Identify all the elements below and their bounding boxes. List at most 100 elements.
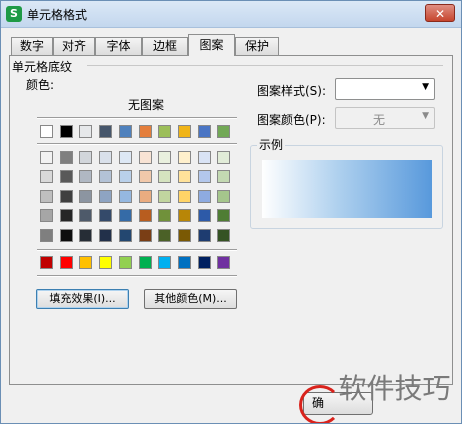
color-swatch[interactable] xyxy=(139,229,152,242)
color-swatch[interactable] xyxy=(40,190,53,203)
tab-border[interactable]: 边框 xyxy=(142,37,188,55)
color-swatch[interactable] xyxy=(139,209,152,222)
color-swatch[interactable] xyxy=(79,125,92,138)
tab-protection[interactable]: 保护 xyxy=(235,37,279,55)
tab-alignment[interactable]: 对齐 xyxy=(53,37,95,55)
color-swatch[interactable] xyxy=(139,190,152,203)
tab-number[interactable]: 数字 xyxy=(11,37,53,55)
palette-separator xyxy=(37,249,237,251)
pattern-color-label: 图案颜色(P): xyxy=(257,113,326,127)
close-button[interactable]: ✕ xyxy=(425,4,455,22)
group-divider xyxy=(87,65,443,66)
pattern-style-select[interactable]: ▼ xyxy=(335,78,435,100)
color-swatch[interactable] xyxy=(40,256,53,269)
color-swatch[interactable] xyxy=(119,256,132,269)
color-swatch[interactable] xyxy=(60,209,73,222)
color-swatch[interactable] xyxy=(119,170,132,183)
color-swatch[interactable] xyxy=(60,170,73,183)
dialog-title: 单元格格式 xyxy=(27,8,88,22)
no-pattern-option[interactable]: 无图案 xyxy=(101,96,191,113)
color-swatch[interactable] xyxy=(139,256,152,269)
color-swatch[interactable] xyxy=(99,151,112,164)
color-swatch[interactable] xyxy=(119,190,132,203)
color-swatch[interactable] xyxy=(217,256,230,269)
color-swatch[interactable] xyxy=(99,170,112,183)
color-swatch[interactable] xyxy=(158,170,171,183)
color-swatch[interactable] xyxy=(158,151,171,164)
pattern-style-label: 图案样式(S): xyxy=(257,84,327,98)
color-swatch[interactable] xyxy=(60,229,73,242)
chevron-down-icon: ▼ xyxy=(422,111,429,121)
color-swatch[interactable] xyxy=(119,229,132,242)
color-swatch[interactable] xyxy=(178,209,191,222)
color-swatch[interactable] xyxy=(99,190,112,203)
color-swatch[interactable] xyxy=(139,151,152,164)
color-swatch[interactable] xyxy=(79,209,92,222)
color-swatch[interactable] xyxy=(158,209,171,222)
watermark-text: 软件技巧 xyxy=(338,372,451,405)
color-swatch[interactable] xyxy=(119,151,132,164)
shading-group-title: 单元格底纹 xyxy=(12,60,73,74)
color-swatch[interactable] xyxy=(40,125,53,138)
color-swatch[interactable] xyxy=(139,125,152,138)
color-swatch[interactable] xyxy=(198,151,211,164)
color-swatch[interactable] xyxy=(79,170,92,183)
pattern-color-select[interactable]: 无 ▼ xyxy=(335,107,435,129)
color-swatch[interactable] xyxy=(198,256,211,269)
example-title: 示例 xyxy=(257,136,286,153)
color-swatch[interactable] xyxy=(178,125,191,138)
color-swatch[interactable] xyxy=(79,229,92,242)
color-swatch[interactable] xyxy=(198,229,211,242)
color-swatch[interactable] xyxy=(40,170,53,183)
color-swatch[interactable] xyxy=(217,170,230,183)
color-swatch[interactable] xyxy=(198,125,211,138)
palette-separator xyxy=(37,275,237,277)
color-swatch[interactable] xyxy=(178,190,191,203)
color-swatch[interactable] xyxy=(178,151,191,164)
cell-format-dialog: S 单元格格式 ✕ 数字 对齐 字体 边框 图案 保护 单元格底纹 颜色: 无图… xyxy=(0,0,462,424)
wps-app-icon: S xyxy=(6,6,22,22)
fill-effects-button[interactable]: 填充效果(I)... xyxy=(36,289,129,309)
color-swatch[interactable] xyxy=(119,209,132,222)
color-swatch[interactable] xyxy=(217,209,230,222)
color-swatch[interactable] xyxy=(217,125,230,138)
color-swatch[interactable] xyxy=(99,256,112,269)
color-swatch[interactable] xyxy=(178,229,191,242)
color-swatch[interactable] xyxy=(217,229,230,242)
color-swatch[interactable] xyxy=(178,170,191,183)
color-swatch[interactable] xyxy=(79,190,92,203)
color-swatch[interactable] xyxy=(217,190,230,203)
pattern-color-value: 无 xyxy=(372,113,385,127)
color-swatch[interactable] xyxy=(40,209,53,222)
color-swatch[interactable] xyxy=(139,170,152,183)
color-swatch[interactable] xyxy=(99,229,112,242)
color-swatch[interactable] xyxy=(158,125,171,138)
color-swatch[interactable] xyxy=(60,151,73,164)
color-swatch[interactable] xyxy=(198,170,211,183)
color-swatch[interactable] xyxy=(119,125,132,138)
palette-separator xyxy=(37,143,237,145)
color-swatch[interactable] xyxy=(158,190,171,203)
tab-pattern[interactable]: 图案 xyxy=(188,34,235,56)
color-swatch[interactable] xyxy=(79,151,92,164)
color-swatch[interactable] xyxy=(217,151,230,164)
color-swatch[interactable] xyxy=(158,229,171,242)
more-colors-button[interactable]: 其他颜色(M)... xyxy=(144,289,237,309)
color-swatch[interactable] xyxy=(60,190,73,203)
color-label: 颜色: xyxy=(26,78,55,92)
color-swatch[interactable] xyxy=(198,209,211,222)
color-swatch[interactable] xyxy=(198,190,211,203)
color-swatch[interactable] xyxy=(40,229,53,242)
color-swatch[interactable] xyxy=(99,125,112,138)
palette-separator xyxy=(37,117,237,119)
color-swatch[interactable] xyxy=(79,256,92,269)
color-swatch[interactable] xyxy=(60,256,73,269)
color-swatch[interactable] xyxy=(60,125,73,138)
example-preview xyxy=(262,160,432,218)
color-swatch[interactable] xyxy=(40,151,53,164)
chevron-down-icon: ▼ xyxy=(422,82,429,92)
color-swatch[interactable] xyxy=(99,209,112,222)
color-swatch[interactable] xyxy=(158,256,171,269)
tab-font[interactable]: 字体 xyxy=(95,37,142,55)
color-swatch[interactable] xyxy=(178,256,191,269)
